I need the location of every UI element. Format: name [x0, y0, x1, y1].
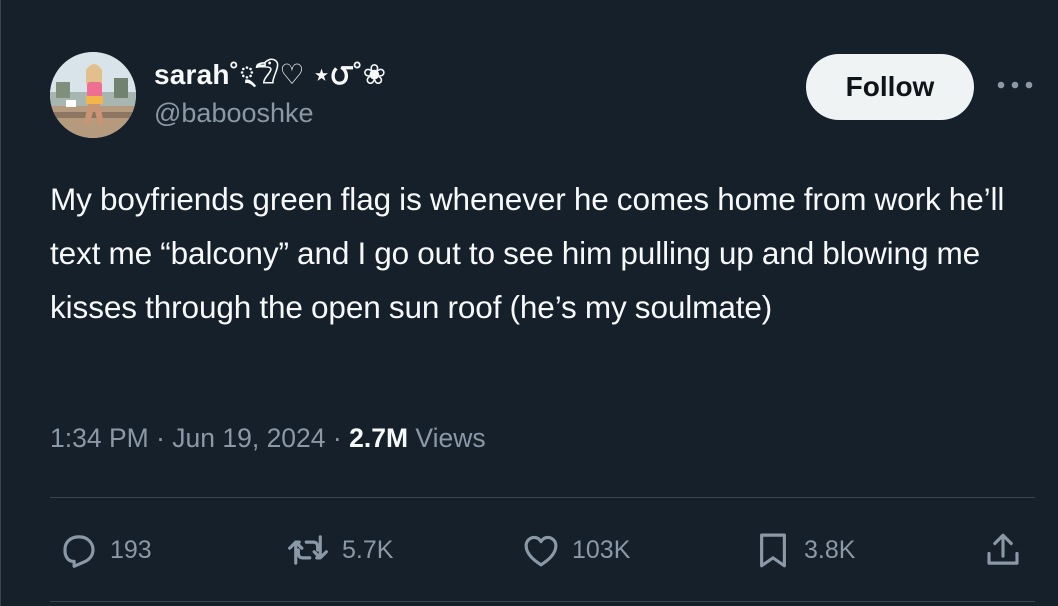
like-count: 103K [572, 535, 631, 564]
like-button[interactable]: 103K [520, 528, 630, 572]
user-handle[interactable]: @babooshke [154, 96, 386, 130]
avatar[interactable] [50, 52, 136, 138]
display-name-text: sarah [154, 59, 230, 90]
more-icon[interactable] [992, 70, 1038, 100]
divider [50, 601, 1035, 602]
meta-separator: · [156, 423, 165, 453]
share-button[interactable] [982, 528, 1024, 572]
like-icon [524, 535, 558, 567]
tweet-header: sarah˚྄𓅿♡ ⋆౮˚❀ @babooshke Follow [50, 52, 1035, 144]
display-name[interactable]: sarah˚྄𓅿♡ ⋆౮˚❀ [154, 58, 386, 92]
views-label: Views [415, 423, 486, 453]
meta-separator: · [332, 423, 342, 453]
views-count: 2.7M [349, 423, 409, 453]
bookmark-count: 3.8K [804, 535, 856, 564]
tweet-date[interactable]: Jun 19, 2024 [172, 423, 325, 453]
reply-icon [63, 535, 95, 568]
tweet-meta: 1:34 PM · Jun 19, 2024 · 2.7M Views [50, 420, 486, 456]
tweet-text: My boyfriends green flag is whenever he … [50, 181, 1005, 325]
follow-button[interactable]: Follow [806, 54, 974, 120]
tweet-time[interactable]: 1:34 PM [50, 423, 149, 453]
bookmark-button[interactable]: 3.8K [752, 528, 855, 572]
repost-count: 5.7K [342, 535, 394, 564]
timeline-border [0, 0, 1, 606]
user-names: sarah˚྄𓅿♡ ⋆౮˚❀ @babooshke [154, 58, 386, 130]
reply-count: 193 [110, 535, 152, 564]
display-name-decor: ˚྄𓅿♡ ⋆౮˚❀ [229, 59, 387, 90]
repost-icon [288, 535, 328, 565]
bookmark-icon [760, 533, 786, 568]
repost-button[interactable]: 5.7K [284, 528, 393, 572]
divider [50, 497, 1035, 498]
share-icon [987, 533, 1019, 565]
reply-button[interactable]: 193 [58, 528, 152, 572]
